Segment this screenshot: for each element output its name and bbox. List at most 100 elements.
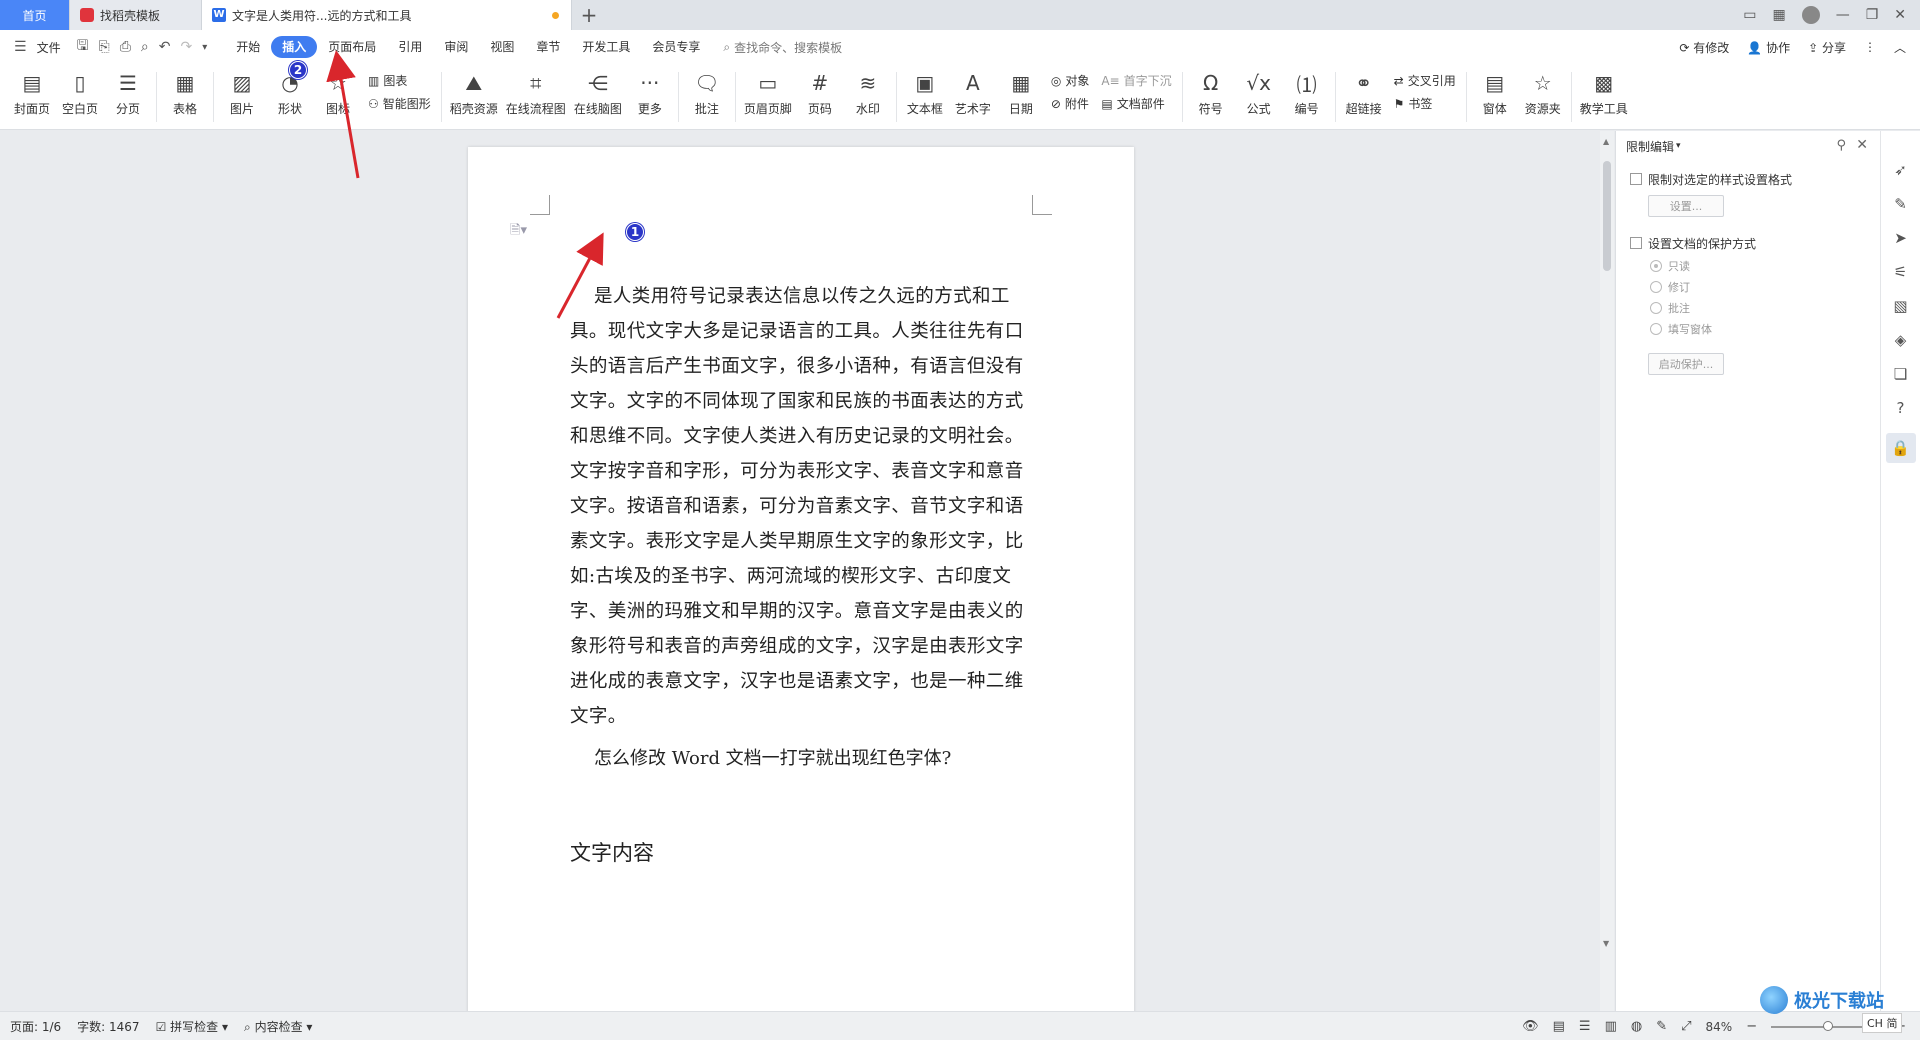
option-readonly[interactable]: 只读 [1616, 255, 1880, 276]
object-button[interactable]: ◎ 对象 [1051, 72, 1090, 89]
tab-daoke-templates[interactable]: 找稻壳模板 [70, 0, 202, 30]
flowchart-button[interactable]: ⌗ 在线流程图 [502, 64, 570, 126]
attachment-button[interactable]: ⊘ 附件 [1051, 95, 1090, 112]
menu-section[interactable]: 章节 [525, 36, 571, 58]
print-icon[interactable]: ⎙ [120, 39, 131, 55]
more-button[interactable]: ··· 更多 [626, 64, 674, 126]
resources-button[interactable]: ☆ 资源夹 [1519, 64, 1567, 126]
modified-button[interactable]: ⟳ 有修改 [1679, 39, 1729, 56]
eye-protect-icon[interactable]: 👁 [1522, 1019, 1539, 1034]
content-check-button[interactable]: ⌕ 内容检查 ▾ [244, 1018, 312, 1035]
minimize-button[interactable]: — [1836, 7, 1850, 23]
menu-start[interactable]: 开始 [225, 36, 271, 58]
hyperlink-button[interactable]: ⚭ 超链接 [1340, 64, 1388, 126]
page-break-button[interactable]: ☰ 分页 [104, 64, 152, 126]
page-indicator[interactable]: 页面: 1/6 [10, 1018, 61, 1035]
lock-icon[interactable]: 🔒 [1885, 433, 1916, 463]
zoom-slider-knob[interactable] [1823, 1020, 1834, 1031]
ime-indicator[interactable]: CH 简 [1862, 1013, 1903, 1033]
dropcap-button[interactable]: A≡ 首字下沉 [1101, 72, 1171, 89]
scroll-thumb[interactable] [1603, 161, 1611, 271]
panel-title-dropdown-icon[interactable]: ▾ [1676, 141, 1681, 151]
form-button[interactable]: ▤ 窗体 [1471, 64, 1519, 126]
daoke-resource-button[interactable]: ⛰ 稻壳资源 [446, 64, 502, 126]
zoom-out-icon[interactable]: − [1746, 1019, 1757, 1034]
date-button[interactable]: ▦ 日期 [997, 64, 1045, 126]
print-preview-icon[interactable]: ⌕ [141, 39, 149, 55]
comment-button[interactable]: 🗨 批注 [683, 64, 731, 126]
more-options-icon[interactable]: ⋮ [1864, 40, 1876, 54]
undo-icon[interactable]: ↶ [159, 39, 171, 55]
textbox-button[interactable]: ▣ 文本框 [901, 64, 949, 126]
panel-close-icon[interactable]: ✕ [1856, 137, 1868, 153]
export-pdf-icon[interactable]: ⎘ [99, 39, 110, 55]
formula-button[interactable]: √x 公式 [1235, 64, 1283, 126]
new-tab-button[interactable]: + [572, 0, 606, 30]
menu-page-layout[interactable]: 页面布局 [317, 36, 387, 58]
teaching-tools-button[interactable]: ▩ 教学工具 [1576, 64, 1632, 126]
page-number-button[interactable]: # 页码 [796, 64, 844, 126]
menu-developer[interactable]: 开发工具 [571, 36, 641, 58]
spell-check-button[interactable]: ☑ 拼写检查 ▾ [156, 1018, 228, 1035]
word-count[interactable]: 字数: 1467 [77, 1018, 139, 1035]
command-search[interactable]: ⌕ 查找命令、搜索模板 [723, 39, 842, 56]
wordart-button[interactable]: A 艺术字 [949, 64, 997, 126]
avatar[interactable] [1801, 6, 1820, 24]
chart-button[interactable]: ▥ 图表 [368, 72, 431, 89]
zoom-level[interactable]: 84% [1706, 1020, 1733, 1034]
page-view-icon[interactable]: ▤ [1553, 1019, 1565, 1034]
question-line[interactable]: 怎么修改 Word 文档一打字就出现红色字体? [594, 744, 951, 770]
scroll-up-icon[interactable]: ▲ [1603, 137, 1609, 146]
paragraph-handle-icon[interactable]: 🗎▾ [510, 221, 527, 243]
menu-insert[interactable]: 插入 [271, 36, 318, 58]
menu-review[interactable]: 审阅 [433, 36, 479, 58]
watermark-button[interactable]: ≋ 水印 [844, 64, 892, 126]
protect-checkbox[interactable]: 设置文档的保护方式 [1616, 231, 1880, 255]
book-icon[interactable]: ❏ [1894, 365, 1907, 383]
customize-qa-icon[interactable]: ▾ [202, 42, 207, 53]
tab-document[interactable]: W 文字是人类用符...远的方式和工具 [202, 0, 572, 30]
docparts-button[interactable]: ▤ 文档部件 [1101, 95, 1171, 112]
smartart-button[interactable]: ⚇ 智能图形 [368, 95, 431, 112]
pen-icon[interactable]: ✎ [1894, 195, 1907, 213]
redo-icon[interactable]: ↷ [181, 39, 193, 55]
numbering-button[interactable]: ⑴ 编号 [1283, 64, 1331, 126]
cursor-icon[interactable]: ➤ [1894, 229, 1907, 247]
picture-button[interactable]: ▨ 图片 [218, 64, 266, 126]
menu-view[interactable]: 视图 [479, 36, 525, 58]
outline-view-icon[interactable]: ☰ [1579, 1019, 1591, 1034]
rocket-icon[interactable]: ➶ [1894, 161, 1907, 179]
crossref-button[interactable]: ⇄ 交叉引用 [1394, 72, 1456, 89]
mindmap-button[interactable]: ⋲ 在线脑图 [570, 64, 626, 126]
menu-member[interactable]: 会员专享 [641, 36, 711, 58]
write-mode-icon[interactable]: ✎ [1656, 1019, 1667, 1034]
pin-icon[interactable]: ⚲ [1836, 138, 1846, 153]
body-paragraph[interactable]: 是人类用符号记录表达信息以传之久远的方式和工具。现代文字大多是记录语言的工具。人… [570, 279, 1040, 734]
help-icon[interactable]: ? [1897, 399, 1905, 417]
bookmark-button[interactable]: ⚑ 书签 [1394, 95, 1456, 112]
settings-button[interactable]: 设置... [1648, 195, 1724, 217]
option-comment[interactable]: 批注 [1616, 297, 1880, 318]
layout-icon[interactable]: ▭ [1743, 7, 1756, 23]
cover-page-button[interactable]: ▤ 封面页 [8, 64, 56, 126]
collab-button[interactable]: 👤 协作 [1747, 39, 1790, 56]
collapse-ribbon-icon[interactable]: ︿ [1894, 39, 1906, 56]
option-form[interactable]: 填写窗体 [1616, 318, 1880, 339]
share-button[interactable]: ⇪ 分享 [1808, 39, 1846, 56]
fit-page-icon[interactable]: ⤢ [1681, 1019, 1691, 1034]
table-button[interactable]: ▦ 表格 [161, 64, 209, 126]
compass-icon[interactable]: ◈ [1895, 331, 1907, 349]
icon-button[interactable]: ☆ 图标 [314, 64, 362, 126]
image-tool-icon[interactable]: ▧ [1893, 297, 1907, 315]
restrict-format-checkbox[interactable]: 限制对选定的样式设置格式 [1616, 167, 1880, 191]
header-footer-button[interactable]: ▭ 页眉页脚 [740, 64, 796, 126]
save-icon[interactable]: 🖫 [77, 35, 89, 59]
document-page[interactable]: 🗎▾ 1 是人类用符号记录表达信息以传之久远的方式和工具。现代文字大多是记录语言… [468, 147, 1134, 1011]
vertical-scrollbar[interactable]: ▲ ▼ [1600, 131, 1614, 1011]
scroll-down-icon[interactable]: ▼ [1603, 939, 1609, 948]
content-heading[interactable]: 文字内容 [570, 837, 654, 867]
symbol-button[interactable]: Ω 符号 [1187, 64, 1235, 126]
close-window-button[interactable]: ✕ [1894, 7, 1906, 23]
read-view-icon[interactable]: ▥ [1605, 1019, 1617, 1034]
blank-page-button[interactable]: ▯ 空白页 [56, 64, 104, 126]
